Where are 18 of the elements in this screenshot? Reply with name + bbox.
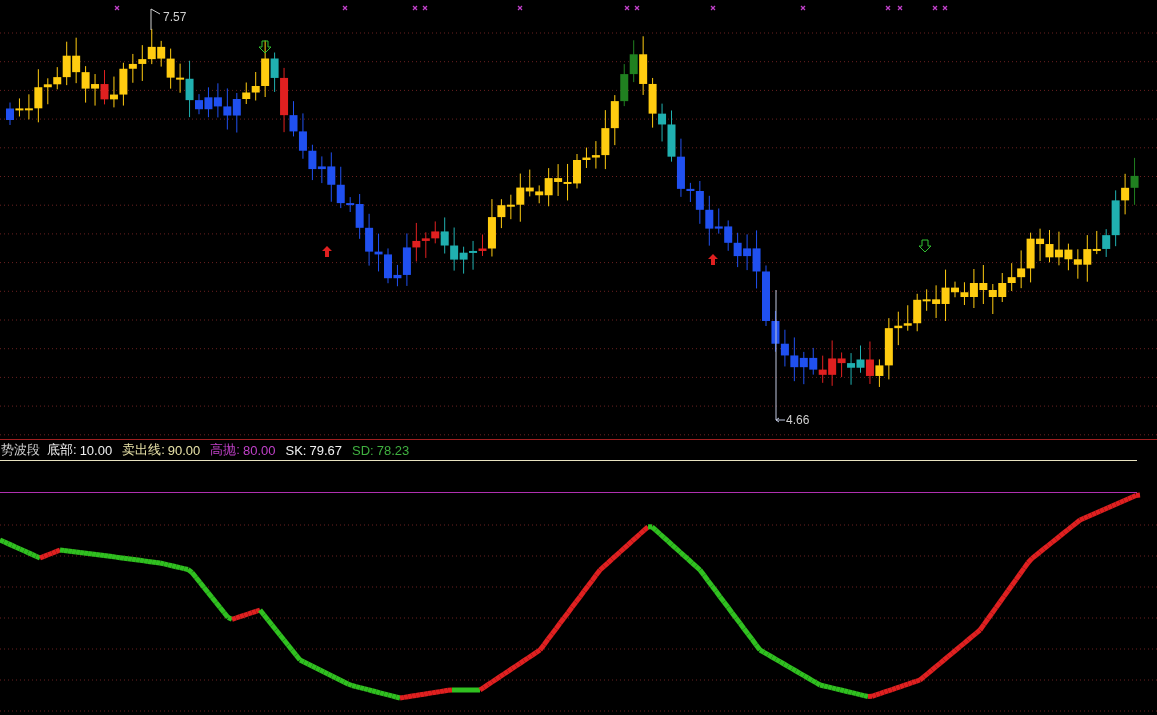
legend-value: 10.00: [79, 442, 113, 458]
legend-label: SD:: [352, 442, 374, 458]
price-label: 4.66: [786, 413, 810, 427]
arrow-up-icon: [322, 246, 332, 257]
legend-label: SK:: [285, 442, 307, 458]
arrow-down-icon: [918, 239, 932, 253]
arrow-down-icon: [258, 40, 272, 54]
legend-value: 80.00: [242, 442, 276, 458]
indicator-title: 势波段: [1, 441, 40, 459]
legend-value: 78.23: [376, 442, 410, 458]
legend-label: 底部:: [47, 441, 77, 459]
arrow-up-icon: [708, 254, 718, 265]
legend-label: 卖出线:: [122, 441, 165, 459]
legend-label: 高抛:: [210, 441, 240, 459]
leader-line: [150, 8, 161, 31]
legend-value: 79.67: [309, 442, 343, 458]
legend-value: 90.00: [167, 442, 201, 458]
price-label: 7.57: [163, 10, 187, 24]
